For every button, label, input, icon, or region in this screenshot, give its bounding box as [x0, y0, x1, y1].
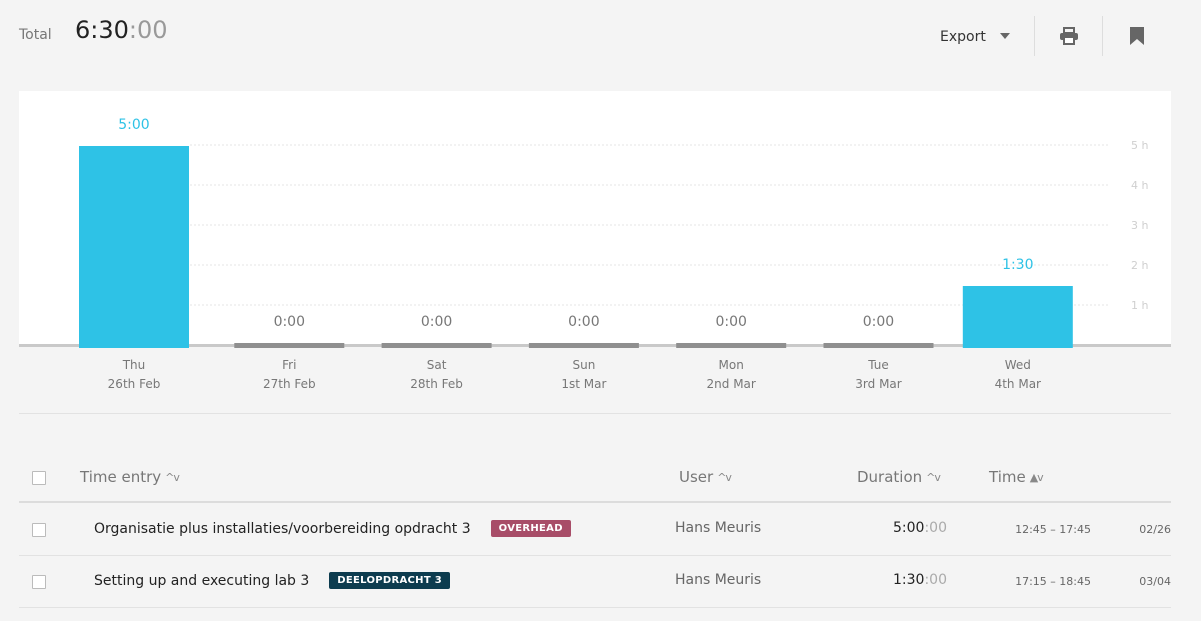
entry-user: Hans Meuris	[675, 572, 762, 588]
column-header-time[interactable]: Time ▲v	[989, 468, 1044, 486]
bar	[79, 146, 189, 348]
weekly-hours-chart: 1 h 2 h 3 h 4 h 5 h 5:00 0:00 0:00 0:00 0:00 0:00 1…	[79, 117, 1148, 348]
y-tick-label: 5 h	[1131, 139, 1148, 152]
sort-icon: ^v	[926, 470, 941, 484]
x-axis-day-label: Sun 1st Mar	[561, 358, 607, 391]
column-header-duration[interactable]: Duration ^v	[857, 468, 941, 486]
column-header-user[interactable]: User ^v	[679, 468, 732, 486]
sort-icon: ^v	[165, 470, 180, 484]
entry-time-range: 17:15 – 18:45	[1015, 575, 1091, 588]
table-row[interactable]: Setting up and executing lab 3 DEELOPDRA…	[19, 556, 1171, 608]
select-all-checkbox[interactable]	[32, 471, 46, 485]
sort-active-icon: ▲v	[1029, 470, 1044, 484]
row-checkbox[interactable]	[32, 523, 46, 537]
bar-value-label: 0:00	[421, 314, 452, 330]
y-tick-label: 2 h	[1131, 259, 1148, 272]
x-axis-day-label: Sat 28th Feb	[410, 358, 463, 391]
y-tick-label: 3 h	[1131, 219, 1148, 232]
entry-duration: 5:00:00	[893, 520, 947, 536]
entry-date: 02/26	[1139, 523, 1171, 536]
x-axis-day-label: Tue 3rd Mar	[855, 358, 902, 391]
bar-value-label: 0:00	[863, 314, 894, 330]
x-axis-day-label: Fri 27th Feb	[262, 358, 316, 391]
project-tag[interactable]: DEELOPDRACHT 3	[329, 572, 451, 589]
entry-description: Setting up and executing lab 3 DEELOPDRA…	[94, 572, 451, 589]
bar	[962, 286, 1073, 348]
entry-user: Hans Meuris	[675, 520, 762, 536]
section-divider	[19, 413, 1171, 414]
y-tick-label: 4 h	[1131, 179, 1148, 192]
row-checkbox[interactable]	[32, 575, 46, 589]
project-tag[interactable]: OVERHEAD	[490, 520, 571, 537]
x-axis-day-label: Thu 26th Feb	[107, 358, 161, 391]
entry-date: 03/04	[1139, 575, 1171, 588]
sort-icon: ^v	[717, 470, 732, 484]
table-header: Time entry ^v User ^v Duration ^v Time ▲v	[19, 458, 1171, 503]
entry-duration: 1:30:00	[893, 572, 947, 588]
bar-value-label: 0:00	[274, 314, 305, 330]
bar-value-label: 0:00	[568, 314, 599, 330]
x-axis-day-label: Mon 2nd Mar	[706, 358, 756, 391]
bar	[676, 343, 787, 348]
column-header-time-entry[interactable]: Time entry ^v	[80, 468, 180, 486]
chart-x-axis-labels: Thu 26th Feb Fri 27th Feb Sat 28th Feb Sun 1st …	[0, 356, 1201, 396]
y-tick-label: 1 h	[1131, 299, 1148, 312]
bar-value-label: 0:00	[715, 314, 746, 330]
bar-value-label: 1:30	[1002, 257, 1033, 273]
bar-value-label: 5:00	[118, 117, 149, 133]
bar	[823, 343, 934, 348]
bar	[234, 343, 345, 348]
table-row[interactable]: Organisatie plus installaties/voorbereid…	[19, 504, 1171, 556]
x-axis-day-label: Wed 4th Mar	[994, 358, 1041, 391]
entry-time-range: 12:45 – 17:45	[1015, 523, 1091, 536]
bar	[381, 343, 492, 348]
entry-description: Organisatie plus installaties/voorbereid…	[94, 520, 571, 537]
bar	[528, 343, 639, 348]
